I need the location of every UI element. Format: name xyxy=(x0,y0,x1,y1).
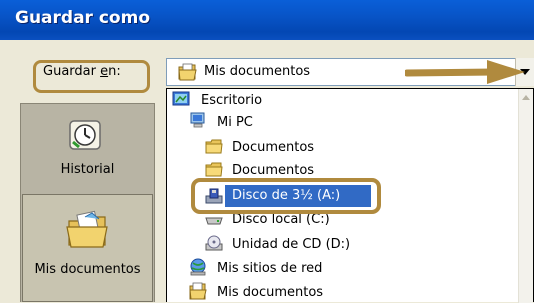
dropdown-item-label: Documentos xyxy=(232,140,315,155)
my-documents-folder-icon xyxy=(66,210,108,248)
hard-drive-icon xyxy=(205,217,223,225)
places-item-my-documents-label: Mis documentos xyxy=(34,262,141,277)
dropdown-scrollbar[interactable] xyxy=(518,89,533,303)
dropdown-item-label: Mis sitios de red xyxy=(217,261,323,276)
dropdown-item-label: Escritorio xyxy=(201,93,263,108)
cd-drive-icon xyxy=(205,235,223,251)
save-in-value: Mis documentos xyxy=(204,64,311,79)
my-documents-icon xyxy=(178,63,197,81)
folder-icon xyxy=(205,139,223,154)
dropdown-item-label: Disco local (C:) xyxy=(232,212,330,227)
window-title: Guardar como xyxy=(15,8,151,28)
places-bar: Historial Mis documentos xyxy=(20,103,155,302)
places-item-history[interactable]: Historial xyxy=(21,104,154,188)
floppy-highlight-outline xyxy=(191,178,381,214)
desktop-icon xyxy=(172,91,190,106)
network-places-icon xyxy=(190,258,206,276)
my-computer-icon xyxy=(190,112,205,128)
scroll-up-arrow-icon[interactable] xyxy=(522,95,530,100)
title-bar[interactable]: Guardar como xyxy=(0,0,534,40)
my-documents-icon xyxy=(189,282,207,300)
history-clock-icon xyxy=(69,120,101,150)
folder-icon xyxy=(205,162,223,177)
dropdown-item-label: Documentos xyxy=(232,163,315,178)
annotation-arrow xyxy=(405,60,525,84)
dropdown-item-label: Mis documentos xyxy=(217,285,324,300)
places-item-history-label: Historial xyxy=(60,162,115,177)
dropdown-item-label: Mi PC xyxy=(217,115,253,130)
dropdown-item-label: Unidad de CD (D:) xyxy=(232,237,351,252)
places-item-my-documents[interactable]: Mis documentos xyxy=(22,194,153,302)
save-in-label: Guardar en: xyxy=(43,64,121,79)
